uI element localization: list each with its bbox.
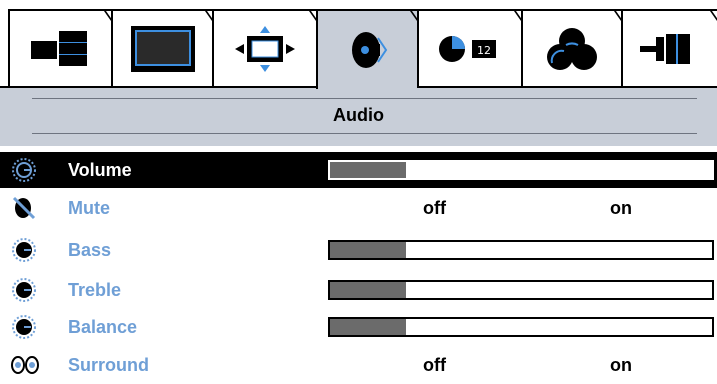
treble-dial-icon <box>10 276 38 304</box>
menu-row-bass[interactable]: Bass <box>0 232 717 268</box>
page-title: Audio <box>333 105 384 125</box>
row-label: Volume <box>68 160 132 180</box>
menu-row-mute[interactable]: Mute off on <box>0 190 717 226</box>
slider-fill <box>330 162 407 178</box>
connector-icon <box>623 11 717 87</box>
row-label: Balance <box>68 317 138 337</box>
tab-monitor[interactable] <box>111 9 212 87</box>
row-label: Treble <box>68 280 122 300</box>
tab-layout[interactable] <box>8 9 111 87</box>
tab-color[interactable] <box>521 9 621 87</box>
color-circles-icon <box>523 11 621 87</box>
volume-dial-icon <box>10 156 38 184</box>
speaker-icon <box>318 11 417 89</box>
menu-row-balance[interactable]: Balance <box>0 309 717 345</box>
tab-connection[interactable] <box>621 9 717 87</box>
bass-dial-icon <box>10 236 38 264</box>
tab-timer[interactable]: 12 <box>417 9 521 87</box>
row-label: Bass <box>68 240 112 260</box>
surround-icon <box>10 351 39 379</box>
slider-fill <box>330 319 407 335</box>
slider-fill <box>330 242 407 258</box>
position-arrows-icon <box>214 11 316 87</box>
tab-position[interactable] <box>212 9 316 87</box>
menu-row-treble[interactable]: Treble <box>0 272 717 308</box>
header-rule-bottom <box>32 133 697 134</box>
balance-dial-icon <box>10 313 38 341</box>
row-label: Mute <box>68 198 110 218</box>
volume-slider[interactable] <box>328 160 714 180</box>
bass-slider[interactable] <box>328 240 714 260</box>
slider-fill <box>330 282 407 298</box>
layout-blocks-icon <box>10 11 111 87</box>
mute-off-option[interactable]: off <box>423 198 446 219</box>
balance-slider[interactable] <box>328 317 714 337</box>
row-label: Surround <box>68 355 149 375</box>
treble-slider[interactable] <box>328 280 714 300</box>
tab-audio[interactable] <box>316 9 417 89</box>
monitor-icon <box>113 11 212 87</box>
header-rule-top <box>32 98 697 99</box>
mute-speaker-icon <box>10 194 38 222</box>
menu-row-surround[interactable]: Surround off on <box>0 347 717 383</box>
section-header: Audio <box>0 88 717 146</box>
surround-on-option[interactable]: on <box>610 355 632 376</box>
tab-bar: 12 <box>0 0 717 89</box>
clock-timer-icon: 12 <box>419 11 521 87</box>
svg-text:12: 12 <box>477 44 491 57</box>
menu-row-volume[interactable]: Volume <box>0 152 717 188</box>
surround-off-option[interactable]: off <box>423 355 446 376</box>
mute-on-option[interactable]: on <box>610 198 632 219</box>
